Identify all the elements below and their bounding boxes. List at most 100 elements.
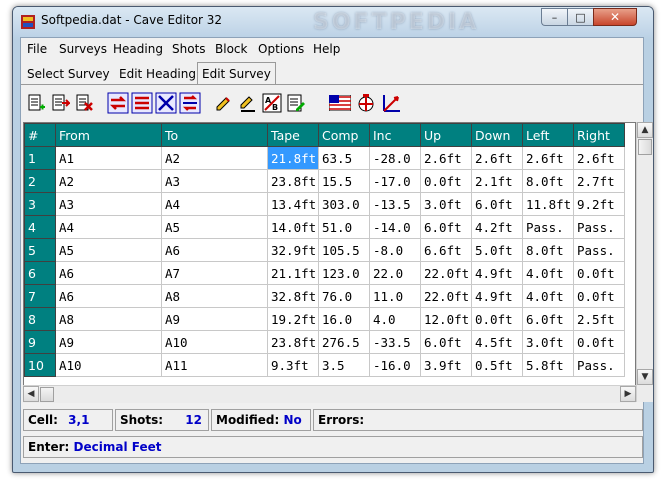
menu-block[interactable]: Block — [215, 42, 247, 56]
table-cell[interactable]: Pass. — [573, 238, 625, 262]
table-row[interactable]: 5 A5 A6 32.9ft 105.5 -8.0 6.6ft 5.0ft 8.0ft Pass. — [24, 238, 625, 262]
table-cell[interactable]: 32.8ft — [267, 284, 319, 308]
table-cell[interactable]: 4.2ft — [471, 215, 523, 239]
table-cell[interactable]: 4.0 — [369, 307, 421, 331]
table-cell[interactable]: A4 — [55, 215, 162, 239]
table-cell[interactable]: -17.0 — [369, 169, 421, 193]
add-shot-icon[interactable] — [25, 92, 47, 114]
col-header-from[interactable]: From — [55, 123, 162, 147]
table-cell[interactable]: -28.0 — [369, 146, 421, 170]
menu-surveys[interactable]: Surveys — [59, 42, 107, 56]
table-cell[interactable]: 3.5 — [318, 353, 370, 377]
table-cell[interactable]: 21.8ft — [267, 146, 319, 170]
table-cell[interactable]: A6 — [55, 261, 162, 285]
table-cell[interactable]: 23.8ft — [267, 169, 319, 193]
col-header-inc[interactable]: Inc — [369, 123, 421, 147]
table-cell[interactable]: 4.0ft — [522, 261, 574, 285]
row-number-cell[interactable]: 5 — [24, 238, 56, 262]
table-cell[interactable]: A11 — [161, 353, 268, 377]
scroll-up-icon[interactable]: ▲ — [637, 122, 653, 138]
table-cell[interactable]: A6 — [161, 238, 268, 262]
table-cell[interactable]: 276.5 — [318, 330, 370, 354]
table-cell[interactable]: 2.6ft — [471, 146, 523, 170]
table-cell[interactable]: 9.2ft — [573, 192, 625, 216]
table-cell[interactable]: 6.0ft — [420, 330, 472, 354]
table-cell[interactable]: 6.6ft — [420, 238, 472, 262]
table-cell[interactable]: 0.0ft — [573, 261, 625, 285]
minimize-button[interactable]: – — [541, 8, 567, 26]
table-row[interactable]: 9 A9 A10 23.8ft 276.5 -33.5 6.0ft 4.5ft 3.0ft 0.0… — [24, 330, 625, 354]
table-cell[interactable]: 32.9ft — [267, 238, 319, 262]
table-cell[interactable]: 3.0ft — [420, 192, 472, 216]
table-cell[interactable]: A1 — [55, 146, 162, 170]
row-number-cell[interactable]: 6 — [24, 261, 56, 285]
table-cell[interactable]: 2.6ft — [573, 146, 625, 170]
delete-shot-icon[interactable] — [73, 92, 95, 114]
col-header-left[interactable]: Left — [522, 123, 574, 147]
edit-icon[interactable] — [213, 92, 235, 114]
col-header-tape[interactable]: Tape — [267, 123, 319, 147]
table-cell[interactable]: Pass. — [522, 215, 574, 239]
col-header-index[interactable]: # — [24, 123, 56, 147]
row-number-cell[interactable]: 8 — [24, 307, 56, 331]
table-cell[interactable]: 6.0ft — [420, 215, 472, 239]
table-cell[interactable]: 2.1ft — [471, 169, 523, 193]
table-cell[interactable]: A8 — [55, 307, 162, 331]
table-cell[interactable]: 303.0 — [318, 192, 370, 216]
table-row[interactable]: 3 A3 A4 13.4ft 303.0 -13.5 3.0ft 6.0ft 11.8ft 9.2… — [24, 192, 625, 216]
table-cell[interactable]: 2.6ft — [420, 146, 472, 170]
vertical-scroll-thumb[interactable] — [638, 139, 652, 155]
table-cell[interactable]: 19.2ft — [267, 307, 319, 331]
table-cell[interactable]: 8.0ft — [522, 238, 574, 262]
table-cell[interactable]: A10 — [55, 353, 162, 377]
swap-stations-icon[interactable] — [131, 92, 153, 114]
row-number-cell[interactable]: 2 — [24, 169, 56, 193]
table-cell[interactable]: 22.0ft — [420, 261, 472, 285]
table-cell[interactable]: 6.0ft — [471, 192, 523, 216]
table-cell[interactable]: 0.0ft — [573, 284, 625, 308]
table-cell[interactable]: 15.5 — [318, 169, 370, 193]
table-cell[interactable]: 11.0 — [369, 284, 421, 308]
scroll-down-icon[interactable]: ▼ — [637, 369, 653, 385]
table-cell[interactable]: 0.0ft — [471, 307, 523, 331]
table-cell[interactable]: 4.9ft — [471, 261, 523, 285]
table-cell[interactable]: 2.7ft — [573, 169, 625, 193]
notes-icon[interactable] — [285, 92, 307, 114]
horizontal-scrollbar[interactable]: ◀ ▶ — [23, 385, 636, 403]
close-button[interactable]: ✕ — [593, 8, 637, 26]
table-cell[interactable]: A2 — [161, 146, 268, 170]
horizontal-scroll-thumb[interactable] — [40, 387, 54, 402]
menu-help[interactable]: Help — [313, 42, 340, 56]
table-cell[interactable]: 2.5ft — [573, 307, 625, 331]
table-cell[interactable]: A10 — [161, 330, 268, 354]
insert-shot-icon[interactable] — [49, 92, 71, 114]
table-cell[interactable]: A6 — [55, 284, 162, 308]
scroll-right-icon[interactable]: ▶ — [620, 386, 636, 402]
col-header-comp[interactable]: Comp — [318, 123, 370, 147]
table-cell[interactable]: 76.0 — [318, 284, 370, 308]
menu-options[interactable]: Options — [258, 42, 304, 56]
menu-heading[interactable]: Heading — [113, 42, 163, 56]
renumber-icon[interactable] — [179, 92, 201, 114]
table-cell[interactable]: A4 — [161, 192, 268, 216]
units-flag-icon[interactable] — [329, 92, 351, 114]
maximize-button[interactable]: □ — [567, 8, 593, 26]
table-cell[interactable]: A2 — [55, 169, 162, 193]
table-cell[interactable]: -8.0 — [369, 238, 421, 262]
row-number-cell[interactable]: 1 — [24, 146, 56, 170]
table-cell[interactable]: A9 — [161, 307, 268, 331]
row-number-cell[interactable]: 4 — [24, 215, 56, 239]
table-cell[interactable]: A5 — [55, 238, 162, 262]
table-cell[interactable]: 63.5 — [318, 146, 370, 170]
table-cell[interactable]: A9 — [55, 330, 162, 354]
table-cell[interactable]: 2.6ft — [522, 146, 574, 170]
table-cell[interactable]: A5 — [161, 215, 268, 239]
vertical-scrollbar[interactable]: ▲ ▼ — [636, 122, 653, 402]
table-cell[interactable]: 11.8ft — [522, 192, 574, 216]
table-cell[interactable]: 4.9ft — [471, 284, 523, 308]
table-row[interactable]: 10 A10 A11 9.3ft 3.5 -16.0 3.9ft 0.5ft 5.8ft Pass… — [24, 353, 625, 377]
scroll-left-icon[interactable]: ◀ — [23, 386, 39, 402]
table-cell[interactable]: 6.0ft — [522, 307, 574, 331]
table-cell[interactable]: 105.5 — [318, 238, 370, 262]
tab-edit-heading[interactable]: Edit Heading — [115, 65, 200, 83]
